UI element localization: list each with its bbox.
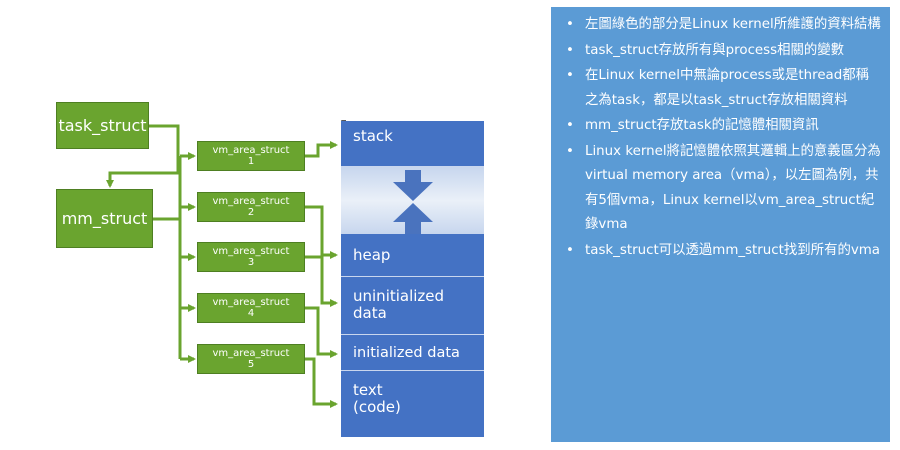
segment-heap: heap bbox=[341, 234, 484, 277]
notes-panel: 左圖綠色的部分是Linux kernel所維護的資料結構 task_struct… bbox=[551, 7, 890, 442]
vm-area-label: vm_area_struct bbox=[212, 246, 290, 257]
vm-area-label: vm_area_struct bbox=[212, 145, 290, 156]
note-item: Linux kernel將記憶體依照其邏輯上的意義區分為virtual memo… bbox=[561, 140, 882, 238]
vm-area-label: vm_area_struct bbox=[212, 348, 290, 359]
vm-area-number: 5 bbox=[247, 359, 255, 370]
vm-area-struct-box-1: vm_area_struct 1 bbox=[197, 141, 305, 171]
segment-free-gap bbox=[341, 167, 484, 234]
note-item: task_struct可以透過mm_struct找到所有的vma bbox=[561, 239, 882, 264]
vm-area-struct-box-2: vm_area_struct 2 bbox=[197, 192, 305, 222]
vm-area-label: vm_area_struct bbox=[212, 196, 290, 207]
vm-area-number: 4 bbox=[247, 308, 255, 319]
task-struct-box: task_struct bbox=[56, 102, 149, 149]
vm-area-struct-box-5: vm_area_struct 5 bbox=[197, 344, 305, 374]
note-item: 在Linux kernel中無論process或是thread都稱之為task，… bbox=[561, 64, 882, 113]
memory-diagram: task_struct mm_struct vm_area_struct 1 v… bbox=[0, 0, 540, 450]
vm-area-number: 1 bbox=[247, 156, 255, 167]
note-item: mm_struct存放task的記憶體相關資訊 bbox=[561, 114, 882, 139]
vm-area-label: vm_area_struct bbox=[212, 297, 290, 308]
mm-struct-box: mm_struct bbox=[56, 189, 153, 248]
segment-text-code: text (code) bbox=[341, 371, 484, 437]
notes-list: 左圖綠色的部分是Linux kernel所維護的資料結構 task_struct… bbox=[561, 13, 882, 263]
vm-area-number: 2 bbox=[247, 207, 255, 218]
segment-initialized-data: initialized data bbox=[341, 335, 484, 371]
segment-stack: stack bbox=[341, 121, 484, 167]
vm-area-struct-box-3: vm_area_struct 3 bbox=[197, 242, 305, 272]
growth-arrows-icon bbox=[393, 170, 433, 234]
vm-area-number: 3 bbox=[247, 257, 255, 268]
vm-area-struct-box-4: vm_area_struct 4 bbox=[197, 293, 305, 323]
note-item: task_struct存放所有與process相關的變數 bbox=[561, 39, 882, 64]
note-item: 左圖綠色的部分是Linux kernel所維護的資料結構 bbox=[561, 13, 882, 38]
segment-uninitialized-data: uninitialized data bbox=[341, 277, 484, 335]
